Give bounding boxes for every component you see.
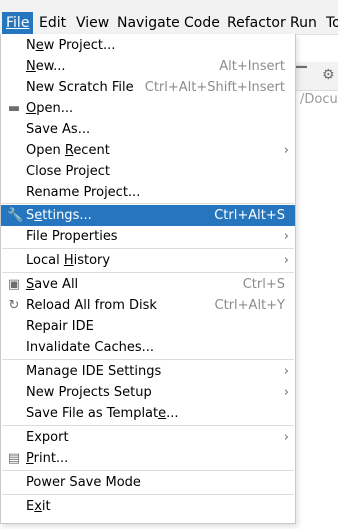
gear-icon[interactable]: ⚙	[322, 67, 335, 83]
menu-separator	[2, 359, 294, 360]
menu-item-exit[interactable]: Exit	[1, 496, 295, 517]
chevron-right-icon: ›	[283, 143, 289, 158]
reload-icon: ↻	[8, 298, 20, 313]
menu-item-manage-ide-settings[interactable]: Manage IDE Settings ›	[1, 361, 295, 382]
menu-item-local-history[interactable]: Local History ›	[1, 250, 295, 271]
menu-item-new-projects-setup[interactable]: New Projects Setup ›	[1, 382, 295, 403]
menu-item-label: New Project...	[26, 38, 116, 53]
menu-item-open-recent[interactable]: Open Recent ›	[1, 140, 295, 161]
menu-item-label: Open...	[26, 101, 74, 116]
menu-separator	[2, 203, 294, 204]
menu-item-label: Save All	[26, 277, 79, 292]
menu-item-label: Save As...	[26, 122, 91, 137]
file-menu: New Project... New... Alt+Insert New Scratc…	[0, 34, 296, 524]
shortcut-hint: Ctrl+Alt+Shift+Insert	[144, 80, 285, 95]
folder-icon: ▬	[7, 101, 21, 116]
toolbar-icon: ▔	[296, 67, 307, 83]
background-toolbar: ▔ ⚙	[296, 62, 338, 91]
menu-item-settings[interactable]: 🔧 Settings... Ctrl+Alt+S	[1, 205, 295, 226]
menu-item-label: Power Save Mode	[26, 475, 141, 490]
menu-item-label: File Properties	[26, 229, 118, 244]
menu-code[interactable]: Code	[180, 12, 224, 34]
shortcut-hint: Alt+Insert	[219, 59, 285, 74]
menu-item-save-file-as-template[interactable]: Save File as Template...	[1, 403, 295, 424]
menu-item-label: Export	[26, 430, 69, 445]
menu-item-label: New...	[26, 59, 66, 74]
menu-item-label: Save File as Template...	[26, 406, 179, 421]
menu-refactor[interactable]: Refactor	[223, 12, 290, 34]
menu-edit[interactable]: Edit	[35, 12, 70, 34]
shortcut-hint: Ctrl+Alt+S	[214, 208, 285, 223]
menu-view[interactable]: View	[72, 12, 113, 34]
chevron-right-icon: ›	[283, 385, 289, 400]
menu-item-new-scratch-file[interactable]: New Scratch File Ctrl+Alt+Shift+Insert	[1, 77, 295, 98]
menu-item-label: Settings...	[26, 208, 92, 223]
menu-item-label: Rename Project...	[26, 185, 141, 200]
menu-separator	[2, 425, 294, 426]
background-path-text: /Docu	[300, 92, 338, 107]
menu-item-power-save-mode[interactable]: Power Save Mode	[1, 472, 295, 493]
menu-item-label: Print...	[26, 451, 69, 466]
menu-tools[interactable]: To	[322, 12, 338, 34]
shortcut-hint: Ctrl+Alt+Y	[214, 298, 285, 313]
menu-item-label: Open Recent	[26, 143, 110, 158]
chevron-right-icon: ›	[283, 253, 289, 268]
menu-item-new-project[interactable]: New Project...	[1, 35, 295, 56]
menu-item-label: Manage IDE Settings	[26, 364, 162, 379]
menu-item-save-all[interactable]: ▣ Save All Ctrl+S	[1, 274, 295, 295]
menu-item-open[interactable]: ▬ Open...	[1, 98, 295, 119]
menu-item-file-properties[interactable]: File Properties ›	[1, 226, 295, 247]
menu-separator	[2, 248, 294, 249]
menu-item-rename-project[interactable]: Rename Project...	[1, 182, 295, 203]
menu-item-repair-ide[interactable]: Repair IDE	[1, 316, 295, 337]
chevron-right-icon: ›	[283, 229, 289, 244]
wrench-icon: 🔧	[7, 208, 24, 223]
menu-item-label: Close Project	[26, 164, 111, 179]
menu-navigate[interactable]: Navigate	[113, 12, 184, 34]
shortcut-hint: Ctrl+S	[242, 277, 285, 292]
menu-item-label: Repair IDE	[26, 319, 94, 334]
menu-item-label: Invalidate Caches...	[26, 340, 155, 355]
menu-item-reload-all-from-disk[interactable]: ↻ Reload All from Disk Ctrl+Alt+Y	[1, 295, 295, 316]
menu-item-print[interactable]: ▤ Print...	[1, 448, 295, 469]
menu-item-label: Local History	[26, 253, 111, 268]
chevron-right-icon: ›	[283, 364, 289, 379]
menu-bar: File Edit View Navigate Code Refactor Ru…	[0, 0, 338, 35]
menu-item-label: New Projects Setup	[26, 385, 152, 400]
menu-separator	[2, 272, 294, 273]
menu-separator	[2, 470, 294, 471]
menu-item-invalidate-caches[interactable]: Invalidate Caches...	[1, 337, 295, 358]
menu-item-label: New Scratch File	[26, 80, 134, 95]
menu-file[interactable]: File	[2, 12, 34, 34]
print-icon: ▤	[7, 451, 21, 466]
menu-item-close-project[interactable]: Close Project	[1, 161, 295, 182]
menu-item-save-as[interactable]: Save As...	[1, 119, 295, 140]
save-icon: ▣	[7, 277, 21, 292]
menu-item-label: Reload All from Disk	[26, 298, 157, 313]
menu-separator	[2, 494, 294, 495]
menu-item-label: Exit	[26, 499, 51, 514]
menu-item-new[interactable]: New... Alt+Insert	[1, 56, 295, 77]
menu-item-export[interactable]: Export ›	[1, 427, 295, 448]
menu-run[interactable]: Run	[286, 12, 321, 34]
chevron-right-icon: ›	[283, 430, 289, 445]
